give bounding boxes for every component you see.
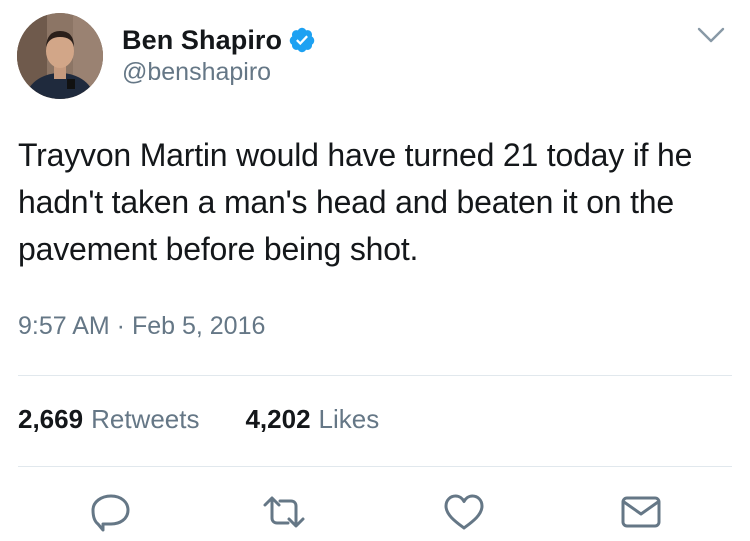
- tweet-timestamp[interactable]: 9:57 AM · Feb 5, 2016: [18, 312, 265, 341]
- divider: [18, 375, 732, 376]
- likes-count: 4,202: [245, 404, 311, 434]
- envelope-icon: [621, 496, 661, 528]
- tweet-card: Ben Shapiro @benshapiro Trayvon Martin w…: [0, 0, 750, 541]
- author-name-row: Ben Shapiro: [122, 20, 316, 60]
- tweet-text: Trayvon Martin would have turned 21 toda…: [18, 137, 693, 267]
- verified-badge-icon: [288, 26, 316, 54]
- more-options-chevron-down-icon[interactable]: [694, 22, 728, 48]
- retweets-label: Retweets: [91, 404, 200, 434]
- likes-label: Likes: [318, 404, 380, 434]
- retweet-icon: [263, 496, 305, 528]
- author-handle[interactable]: @benshapiro: [122, 58, 271, 87]
- tweet-stats: 2,669 Retweets 4,202 Likes: [18, 404, 379, 435]
- like-button[interactable]: [440, 490, 488, 534]
- reply-button[interactable]: [87, 490, 135, 534]
- direct-message-button[interactable]: [617, 490, 665, 534]
- avatar-image: [17, 13, 103, 99]
- reply-icon: [91, 494, 130, 532]
- divider: [18, 466, 732, 467]
- retweets-count: 2,669: [18, 404, 84, 434]
- avatar[interactable]: [17, 13, 103, 99]
- retweet-button[interactable]: [260, 490, 308, 534]
- retweets-stat[interactable]: 2,669 Retweets: [18, 404, 199, 435]
- heart-icon: [444, 494, 484, 530]
- author-display-name[interactable]: Ben Shapiro: [122, 25, 282, 56]
- likes-stat[interactable]: 4,202 Likes: [245, 404, 379, 435]
